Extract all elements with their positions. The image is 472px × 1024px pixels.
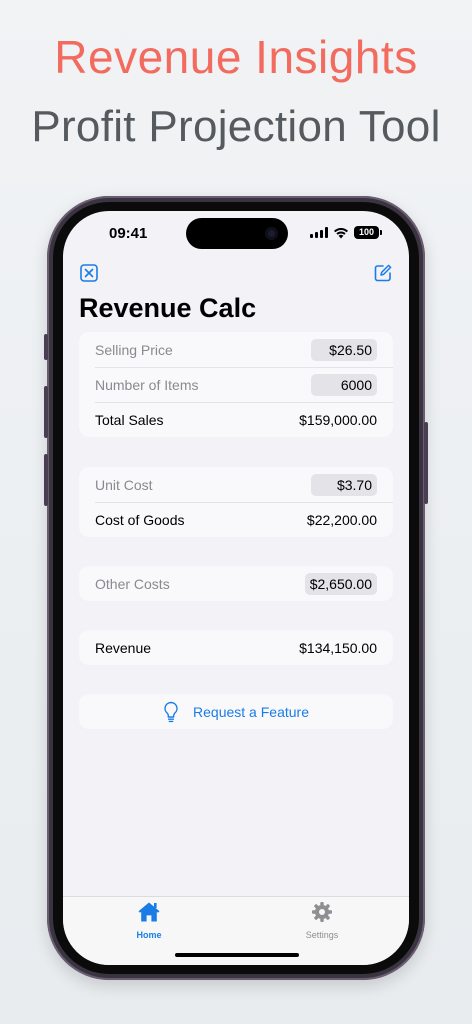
- gear-icon: [312, 902, 332, 922]
- unit-cost-label: Unit Cost: [95, 476, 153, 493]
- other-costs-card: Other Costs $2,650.00: [79, 566, 393, 601]
- promo-title: Revenue Insights: [54, 31, 418, 83]
- request-feature-button[interactable]: Request a Feature: [79, 694, 393, 729]
- home-icon: [138, 902, 160, 922]
- revenue-row: Revenue $134,150.00: [79, 630, 393, 665]
- status-time: 09:41: [109, 225, 148, 242]
- tab-home-label: Home: [136, 930, 162, 940]
- revenue-value: $134,150.00: [299, 639, 377, 656]
- camera-icon: [265, 227, 278, 240]
- total-sales-value: $159,000.00: [299, 411, 377, 428]
- selling-price-row: Selling Price $26.50: [79, 332, 393, 367]
- other-costs-label: Other Costs: [95, 575, 170, 592]
- number-of-items-input[interactable]: 6000: [311, 373, 377, 396]
- edit-icon[interactable]: [373, 263, 393, 283]
- cost-of-goods-label: Cost of Goods: [95, 511, 185, 528]
- revenue-card: Revenue $134,150.00: [79, 630, 393, 665]
- unit-cost-input[interactable]: $3.70: [311, 473, 377, 496]
- phone-side-button: [44, 386, 48, 438]
- wifi-icon: [334, 227, 348, 238]
- selling-price-label: Selling Price: [95, 341, 173, 358]
- revenue-label: Revenue: [95, 639, 152, 656]
- number-of-items-label: Number of Items: [95, 376, 199, 393]
- lightbulb-icon: [164, 701, 178, 722]
- tab-settings[interactable]: Settings: [292, 901, 352, 940]
- other-costs-row: Other Costs $2,650.00: [79, 566, 393, 601]
- tab-home[interactable]: Home: [119, 901, 179, 940]
- phone-screen: 09:41 100 Revenue Calc Selling Price $26…: [63, 211, 409, 965]
- close-square-icon[interactable]: [79, 263, 99, 283]
- battery-icon: 100: [354, 226, 382, 239]
- tab-settings-label: Settings: [305, 930, 339, 940]
- home-indicator: [175, 953, 299, 957]
- phone-side-button: [44, 454, 48, 506]
- total-sales-row: Total Sales $159,000.00: [79, 402, 393, 437]
- promo-subtitle: Profit Projection Tool: [31, 102, 441, 151]
- cost-of-goods-value: $22,200.00: [306, 511, 377, 528]
- phone-side-button: [424, 422, 428, 504]
- unit-cost-row: Unit Cost $3.70: [79, 467, 393, 502]
- sales-card: Selling Price $26.50 Number of Items 600…: [79, 332, 393, 437]
- page-title: Revenue Calc: [79, 293, 257, 323]
- dynamic-island: [186, 218, 288, 249]
- number-of-items-row: Number of Items 6000: [79, 367, 393, 402]
- signal-icon: [310, 227, 328, 238]
- request-feature-label: Request a Feature: [193, 703, 309, 720]
- status-icons: 100: [310, 226, 382, 239]
- other-costs-input[interactable]: $2,650.00: [304, 572, 377, 595]
- phone-side-button: [44, 334, 48, 360]
- selling-price-input[interactable]: $26.50: [311, 338, 377, 361]
- total-sales-label: Total Sales: [95, 411, 164, 428]
- cost-of-goods-row: Cost of Goods $22,200.00: [79, 502, 393, 537]
- cost-card: Unit Cost $3.70 Cost of Goods $22,200.00: [79, 467, 393, 537]
